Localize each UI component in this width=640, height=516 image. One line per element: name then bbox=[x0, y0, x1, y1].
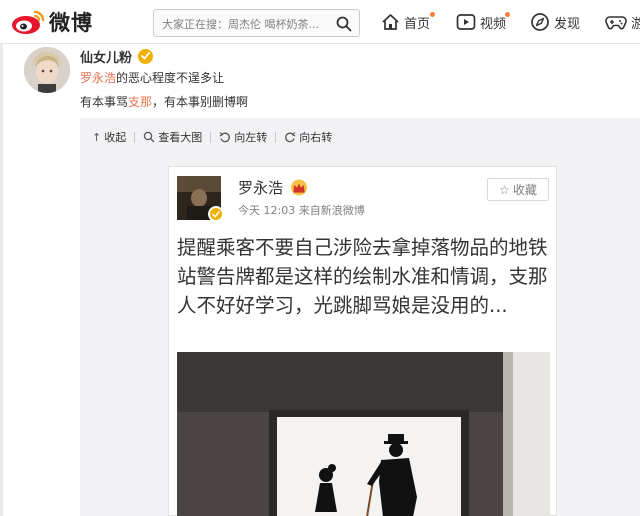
rotate-left-label: 向左转 bbox=[234, 131, 268, 144]
discover-icon bbox=[531, 13, 549, 31]
topic-link[interactable]: 支那 bbox=[128, 95, 152, 109]
weibo-logo-icon bbox=[12, 10, 45, 34]
embedded-author-line: 罗永浩 bbox=[238, 176, 309, 198]
post-text-line1: 罗永浩的恶心程度不逞多让 bbox=[80, 69, 224, 86]
logo-text: 微博 bbox=[49, 10, 93, 35]
check-icon bbox=[141, 52, 150, 60]
weibo-logo[interactable]: 微博 bbox=[10, 7, 93, 37]
nav-game-label: 游 bbox=[631, 16, 640, 32]
video-notify-dot bbox=[505, 12, 510, 17]
nav-discover-label: 发现 bbox=[554, 16, 581, 32]
nav-video[interactable]: 视频 bbox=[456, 11, 506, 33]
favorite-button: ☆ 收藏 bbox=[487, 178, 549, 201]
embedded-verified-badge bbox=[208, 206, 224, 222]
toolbar-divider bbox=[275, 131, 277, 143]
nav-video-label: 视频 bbox=[480, 16, 507, 32]
search-button[interactable] bbox=[334, 14, 354, 34]
home-notify-dot bbox=[430, 12, 435, 17]
embedded-author-name: 罗永浩 bbox=[238, 178, 284, 197]
search-box bbox=[153, 9, 360, 37]
media-viewer: ↑ 收起 查看大图 向左转 向右转 罗永浩 今天 12:03 来自新浪微博 ☆ … bbox=[80, 118, 640, 516]
embedded-post-text: 提醒乘客不要自己涉险去拿掉落物品的地铁站警告牌都是这样的绘制水准和情调，支那人不… bbox=[177, 236, 548, 317]
author-avatar[interactable] bbox=[24, 47, 70, 93]
embedded-post-screenshot: 罗永浩 今天 12:03 来自新浪微博 ☆ 收藏 提醒乘客不要自己涉险去拿掉落物… bbox=[168, 166, 557, 516]
rotate-left-button[interactable]: 向左转 bbox=[219, 129, 267, 145]
warning-sign-image bbox=[177, 352, 550, 516]
nav-discover[interactable]: 发现 bbox=[530, 11, 580, 33]
warning-sign-photo bbox=[177, 352, 550, 516]
collapse-label: 收起 bbox=[104, 131, 127, 144]
toolbar-divider bbox=[210, 131, 212, 143]
favorite-label: 收藏 bbox=[512, 183, 537, 197]
search-icon bbox=[336, 16, 352, 32]
post-text-line2-pre: 有本事骂 bbox=[80, 95, 129, 109]
feed-left-edge bbox=[0, 44, 3, 516]
crown-icon bbox=[291, 179, 308, 195]
home-icon bbox=[382, 14, 399, 30]
verified-badge bbox=[138, 48, 154, 64]
top-nav: 微博 首页 视频 发现 bbox=[0, 0, 640, 44]
toolbar-divider bbox=[134, 131, 136, 143]
nav-home[interactable]: 首页 bbox=[381, 11, 430, 33]
nav-home-label: 首页 bbox=[404, 16, 431, 32]
mention-link[interactable]: 罗永浩 bbox=[80, 71, 116, 85]
view-large-label: 查看大图 bbox=[158, 131, 203, 144]
rotate-right-button[interactable]: 向右转 bbox=[284, 129, 332, 145]
author-name[interactable]: 仙女儿粉 bbox=[80, 47, 132, 66]
nav-game[interactable]: 游 bbox=[605, 11, 640, 33]
rotate-left-icon bbox=[219, 132, 231, 143]
embedded-post-meta: 今天 12:03 来自新浪微博 bbox=[238, 204, 365, 217]
star-icon: ☆ bbox=[499, 182, 510, 197]
collapse-button[interactable]: ↑ 收起 bbox=[92, 129, 126, 145]
view-large-button[interactable]: 查看大图 bbox=[143, 129, 202, 145]
game-icon bbox=[605, 16, 627, 30]
post-text-line2-post: ，有本事别删博啊 bbox=[152, 95, 249, 109]
rotate-right-label: 向右转 bbox=[299, 131, 333, 144]
arrow-up-icon: ↑ bbox=[92, 130, 102, 144]
author-line: 仙女儿粉 bbox=[80, 47, 154, 66]
media-toolbar: ↑ 收起 查看大图 向左转 向右转 bbox=[92, 128, 332, 146]
magnifier-icon bbox=[143, 131, 155, 143]
post-text-line1-rest: 的恶心程度不逞多让 bbox=[116, 71, 225, 85]
author-avatar-image bbox=[24, 47, 70, 93]
check-icon bbox=[212, 210, 220, 218]
video-icon bbox=[456, 14, 476, 30]
rotate-right-icon bbox=[285, 132, 296, 143]
post-text-line2: 有本事骂支那，有本事别删博啊 bbox=[80, 93, 248, 110]
search-input[interactable] bbox=[162, 14, 327, 34]
